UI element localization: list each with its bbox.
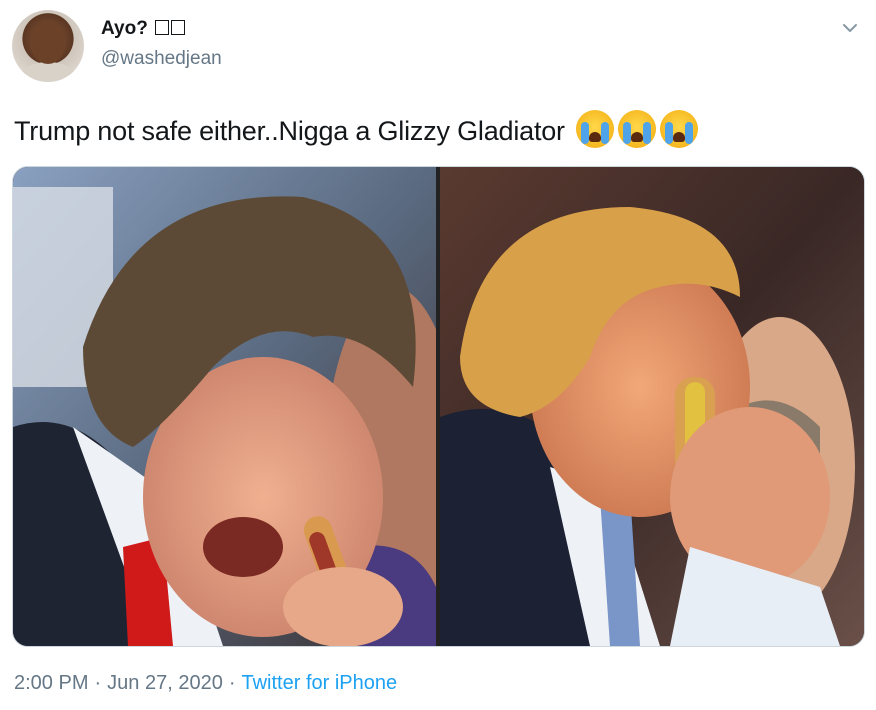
- left-photo[interactable]: [13, 167, 436, 646]
- tweet-timestamp: 2:00 PM · Jun 27, 2020 · Twitter for iPhone: [14, 672, 397, 695]
- right-photo[interactable]: [440, 167, 864, 646]
- tweet-text: Trump not safe either..Nigga a Glizzy Gl…: [14, 110, 699, 148]
- media-grid: [12, 166, 865, 647]
- tweet-source-link[interactable]: Twitter for iPhone: [241, 672, 397, 694]
- author-name[interactable]: Ayo?: [101, 18, 186, 40]
- author-name-text: Ayo?: [101, 18, 154, 39]
- separator: ·: [228, 672, 236, 694]
- loudly-crying-face-icon: [576, 110, 615, 148]
- tweet-time[interactable]: 2:00 PM: [14, 672, 88, 694]
- tweet-date[interactable]: Jun 27, 2020: [107, 672, 223, 694]
- unknown-glyph-icon: [155, 20, 170, 35]
- avatar[interactable]: [12, 10, 84, 82]
- chevron-down-icon[interactable]: [840, 18, 860, 38]
- loudly-crying-face-icon: [660, 110, 699, 148]
- unknown-glyph-icon: [171, 20, 186, 35]
- tweet-body: Trump not safe either..Nigga a Glizzy Gl…: [14, 116, 565, 146]
- separator: ·: [94, 672, 102, 694]
- author-handle[interactable]: @washedjean: [101, 48, 222, 70]
- loudly-crying-face-icon: [618, 110, 657, 148]
